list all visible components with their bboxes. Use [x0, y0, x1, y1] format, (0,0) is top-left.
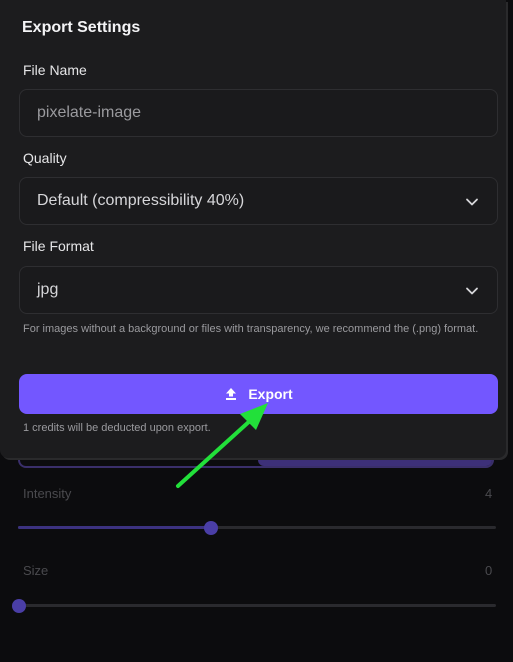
dialog-title: Export Settings — [22, 19, 141, 36]
file-format-selected-value: jpg — [37, 281, 59, 298]
export-button[interactable]: Export — [19, 374, 498, 414]
upload-icon — [226, 388, 237, 400]
file-format-select[interactable]: jpg — [19, 266, 498, 314]
quality-label: Quality — [23, 150, 67, 166]
intensity-value: 4 — [485, 486, 493, 501]
export-button-label: Export — [248, 386, 293, 402]
chevron-down-icon — [466, 198, 478, 206]
intensity-slider-fill — [18, 526, 211, 529]
format-hint: For images without a background or files… — [23, 323, 479, 335]
credits-note: 1 credits will be deducted upon export. — [23, 422, 211, 434]
size-slider-thumb[interactable] — [12, 599, 26, 613]
size-label: Size — [23, 563, 49, 578]
size-slider-track[interactable] — [18, 604, 496, 607]
chevron-down-icon — [466, 287, 478, 295]
export-settings-dialog: Export Settings File Name pixelate-image… — [0, 0, 506, 458]
quality-selected-value: Default (compressibility 40%) — [37, 192, 245, 209]
intensity-slider-thumb[interactable] — [204, 521, 218, 535]
file-name-value: pixelate-image — [37, 104, 142, 121]
file-name-label: File Name — [23, 62, 87, 78]
quality-select[interactable]: Default (compressibility 40%) — [19, 177, 498, 225]
file-format-label: File Format — [23, 238, 94, 254]
size-value: 0 — [485, 563, 493, 578]
file-name-input[interactable]: pixelate-image — [19, 89, 498, 137]
intensity-label: Intensity — [23, 486, 72, 501]
